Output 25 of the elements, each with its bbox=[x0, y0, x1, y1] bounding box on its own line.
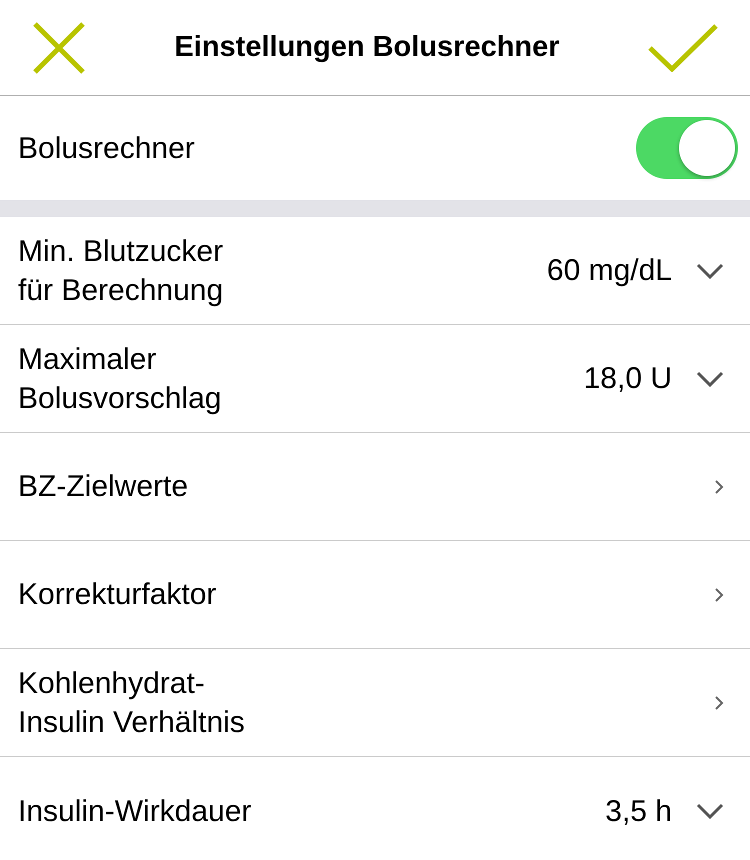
setting-label: Kohlenhydrat- Insulin Verhältnis bbox=[18, 666, 245, 740]
setting-label: Min. Blutzucker für Berechnung bbox=[18, 234, 224, 308]
setting-label: Korrekturfaktor bbox=[18, 577, 216, 613]
setting-row[interactable]: BZ-Zielwerte bbox=[0, 433, 750, 541]
close-button[interactable] bbox=[32, 20, 86, 74]
setting-row[interactable]: Insulin-Wirkdauer 3,5 h bbox=[0, 757, 750, 860]
setting-label: BZ-Zielwerte bbox=[18, 469, 188, 505]
setting-row[interactable]: Min. Blutzucker für Berechnung 60 mg/dL bbox=[0, 217, 750, 325]
chevron-right-icon bbox=[714, 694, 724, 710]
chevron-right-icon bbox=[714, 586, 724, 602]
confirm-button[interactable] bbox=[648, 24, 718, 72]
chevron-down-icon bbox=[696, 803, 724, 819]
setting-label: Bolusrechner bbox=[18, 130, 195, 166]
setting-value: 60 mg/dL bbox=[546, 253, 672, 289]
setting-row[interactable]: Kohlenhydrat- Insulin Verhältnis bbox=[0, 649, 750, 757]
setting-value: 3,5 h bbox=[605, 794, 672, 830]
setting-label: Maximaler Bolusvorschlag bbox=[18, 342, 222, 416]
screen-title: Einstellungen Bolusrechner bbox=[174, 30, 560, 65]
chevron-down-icon bbox=[696, 262, 724, 278]
setting-row[interactable]: Korrekturfaktor bbox=[0, 541, 750, 649]
setting-row[interactable]: Maximaler Bolusvorschlag 18,0 U bbox=[0, 325, 750, 433]
setting-value: 18,0 U bbox=[584, 361, 672, 397]
chevron-right-icon bbox=[714, 478, 724, 494]
setting-label: Insulin-Wirkdauer bbox=[18, 794, 252, 830]
chevron-down-icon bbox=[696, 370, 724, 386]
